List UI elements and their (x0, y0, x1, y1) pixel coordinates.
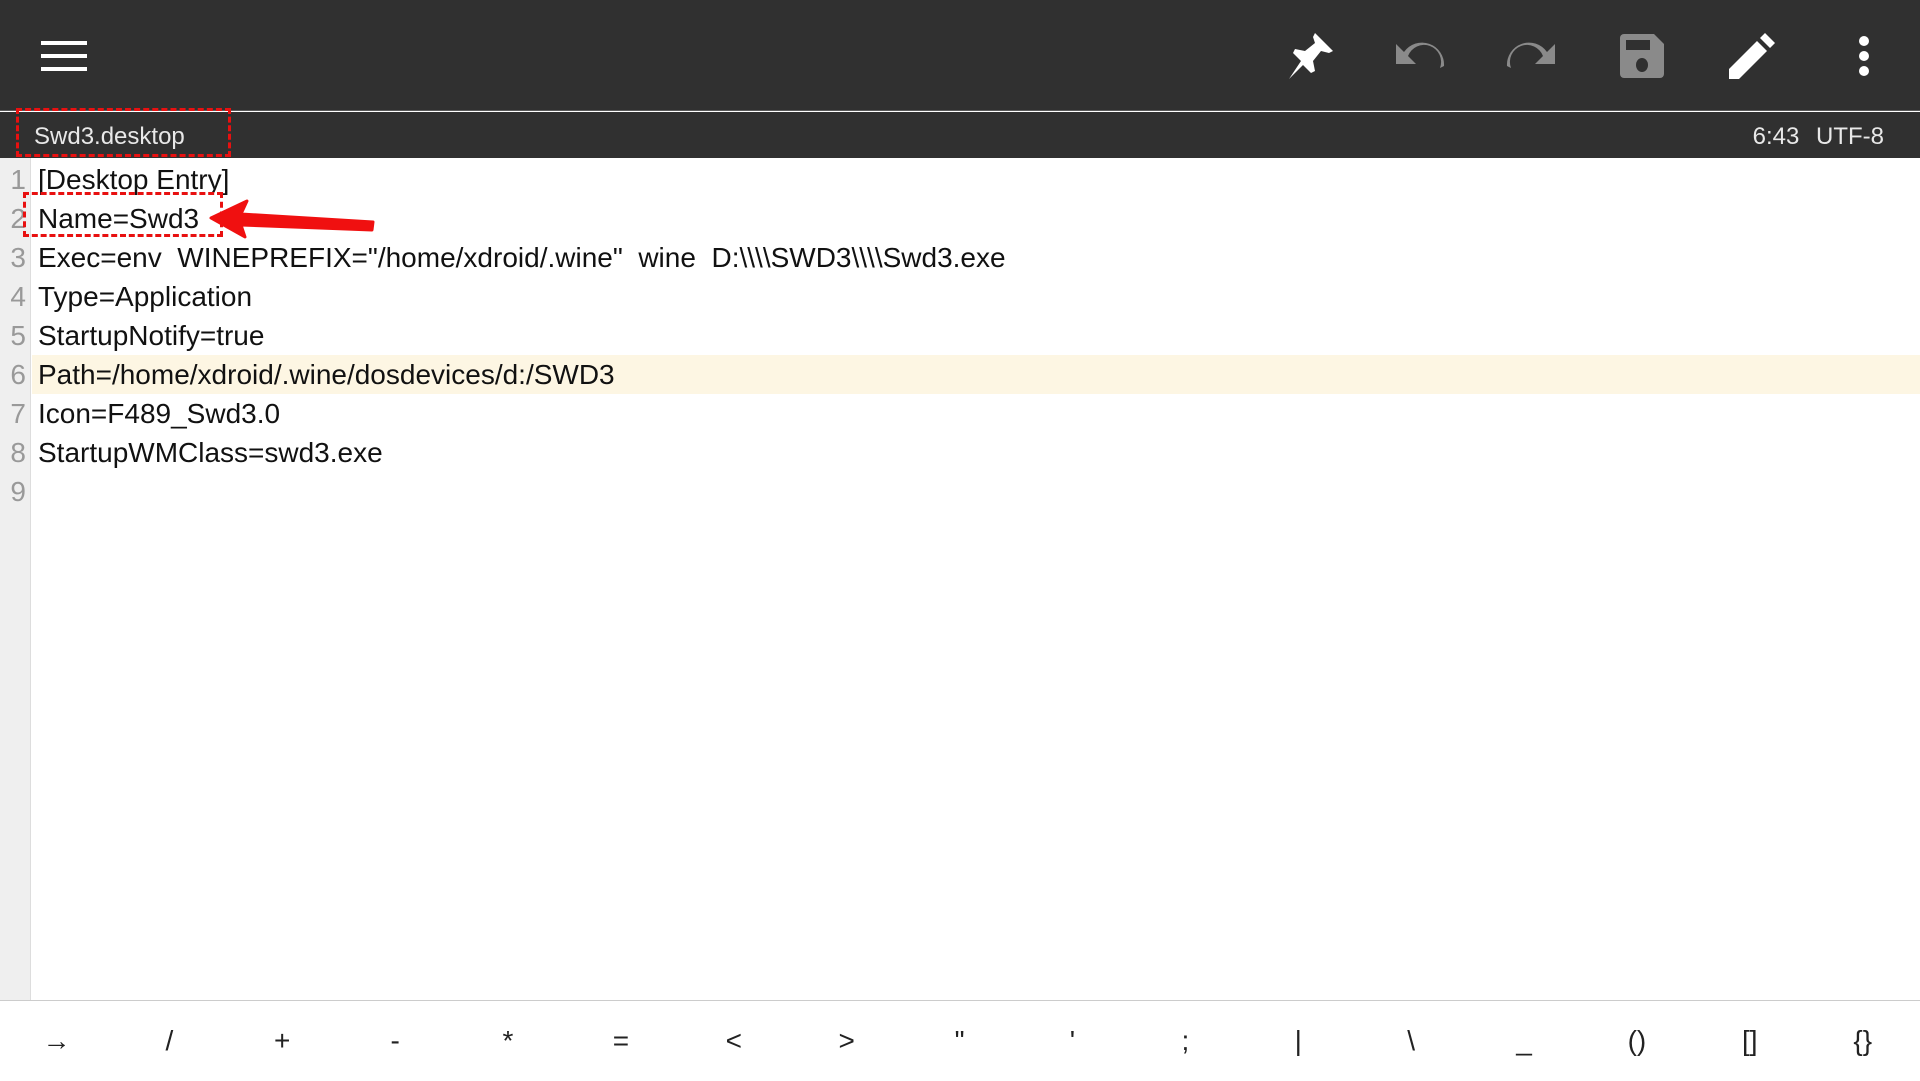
symbol-key[interactable]: \ (1355, 1001, 1468, 1080)
line-text: [Desktop Entry] (38, 164, 230, 195)
editor-line[interactable]: 9 (0, 472, 1920, 511)
symbol-key[interactable]: {} (1806, 1001, 1919, 1080)
symbol-key[interactable]: ' (1016, 1001, 1129, 1080)
redo-icon[interactable] (1503, 28, 1559, 84)
cursor-position: 6:43 (1752, 123, 1800, 150)
editor-line[interactable]: 5 StartupNotify=true (0, 316, 1920, 355)
line-number: 4 (10, 281, 26, 312)
line-number: 9 (10, 476, 26, 507)
pin-icon[interactable] (1282, 28, 1338, 84)
editor-line[interactable]: 1 [Desktop Entry] (0, 160, 1920, 199)
line-text: Icon=F489_Swd3.0 (38, 398, 281, 429)
symbol-key[interactable]: * (452, 1001, 565, 1080)
undo-icon[interactable] (1392, 28, 1448, 84)
line-number: 5 (10, 320, 26, 351)
symbol-keys-bar: → / + - * = < > " '; | \ _()[]{} (0, 1000, 1920, 1080)
line-number: 1 (10, 164, 26, 195)
line-number: 2 (10, 203, 26, 234)
toolbar (0, 0, 1920, 111)
line-text: Name=Swd3 (38, 203, 200, 234)
symbol-key[interactable]: () (1580, 1001, 1693, 1080)
annotation-arrow (209, 199, 375, 239)
line-text: Path=/home/xdroid/.wine/dosdevices/d:/SW… (38, 359, 615, 390)
line-number: 3 (10, 242, 26, 273)
line-number: 7 (10, 398, 26, 429)
edit-icon[interactable] (1724, 28, 1780, 84)
symbol-key[interactable]: → (0, 1001, 113, 1080)
file-info-bar: Swd3.desktop 6:43 UTF-8 (0, 112, 1920, 158)
editor-line[interactable]: 7 Icon=F489_Swd3.0 (0, 394, 1920, 433)
symbol-key[interactable]: _ (1468, 1001, 1581, 1080)
symbol-key[interactable]: = (564, 1001, 677, 1080)
save-icon[interactable] (1614, 28, 1670, 84)
symbol-key[interactable]: | (1242, 1001, 1355, 1080)
menu-icon[interactable] (36, 28, 92, 84)
line-text: Type=Application (38, 281, 253, 312)
symbol-key[interactable]: ; (1129, 1001, 1242, 1080)
line-number: 8 (10, 437, 26, 468)
line-text: Exec=env WINEPREFIX="/home/xdroid/.wine"… (38, 242, 1006, 273)
symbol-key[interactable]: > (790, 1001, 903, 1080)
status-text: 6:43 UTF-8 (1753, 123, 1884, 151)
text-editor[interactable]: 1 [Desktop Entry] 2 Name=Swd3 3 Exec=env WI… (0, 158, 1920, 1000)
file-name: Swd3.desktop (34, 123, 185, 150)
line-text: StartupWMClass=swd3.exe (38, 437, 383, 468)
more-icon[interactable] (1836, 28, 1892, 84)
symbol-key[interactable]: " (903, 1001, 1016, 1080)
editor-line[interactable]: 8 StartupWMClass=swd3.exe (0, 433, 1920, 472)
symbol-key[interactable]: < (677, 1001, 790, 1080)
line-number: 6 (10, 359, 26, 390)
symbol-key[interactable]: - (339, 1001, 452, 1080)
symbol-key[interactable]: [] (1693, 1001, 1806, 1080)
encoding: UTF-8 (1816, 123, 1884, 150)
symbol-key[interactable]: + (226, 1001, 339, 1080)
line-text: StartupNotify=true (38, 320, 265, 351)
editor-line-current[interactable]: 6 Path=/home/xdroid/.wine/dosdevices/d:/S… (10, 355, 1920, 394)
symbol-key[interactable]: / (113, 1001, 226, 1080)
editor-line[interactable]: 4 Type=Application (0, 277, 1920, 316)
